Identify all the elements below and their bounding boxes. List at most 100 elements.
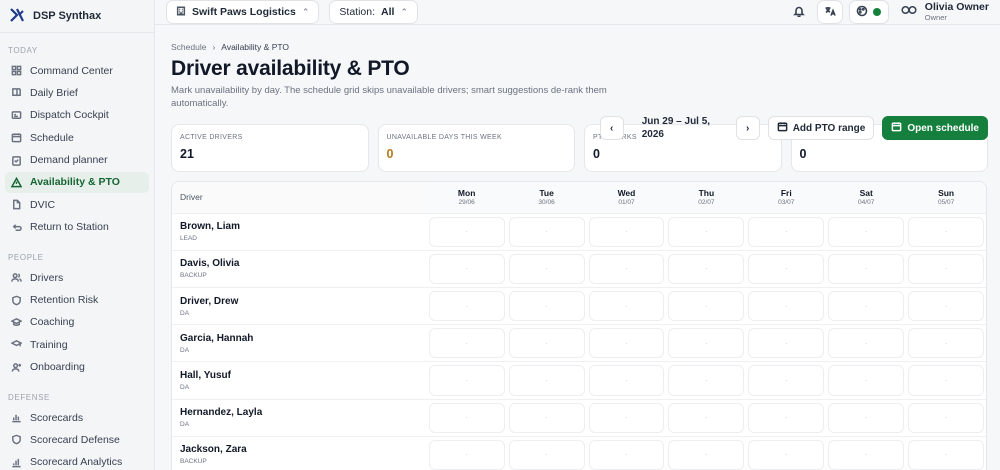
availability-cell[interactable]: · bbox=[428, 253, 505, 284]
availability-cell[interactable]: · bbox=[588, 402, 665, 433]
sidebar-item-retention-risk[interactable]: Retention Risk bbox=[5, 290, 149, 311]
availability-cell[interactable]: · bbox=[748, 439, 825, 470]
availability-cell[interactable]: · bbox=[908, 439, 985, 470]
availability-cell[interactable]: · bbox=[748, 365, 825, 396]
availability-cell[interactable]: · bbox=[668, 216, 745, 247]
availability-cell[interactable]: · bbox=[428, 365, 505, 396]
availability-cell[interactable]: · bbox=[588, 439, 665, 470]
org-select[interactable]: Swift Paws Logistics ⌃ bbox=[166, 0, 320, 24]
sidebar-item-coaching[interactable]: Coaching bbox=[5, 312, 149, 333]
availability-cell[interactable]: · bbox=[588, 253, 665, 284]
availability-cell-wrapper: · bbox=[746, 288, 826, 324]
availability-cell[interactable]: · bbox=[828, 216, 905, 247]
driver-cell[interactable]: Jackson, Zara BACKUP bbox=[172, 437, 427, 470]
availability-cell[interactable]: · bbox=[508, 291, 585, 322]
sidebar-item-scorecard-defense[interactable]: Scorecard Defense bbox=[5, 429, 149, 450]
sidebar-item-return-to-station[interactable]: Return to Station bbox=[5, 217, 149, 238]
open-schedule-button[interactable]: Open schedule bbox=[882, 116, 988, 140]
user-role: Owner bbox=[924, 13, 947, 23]
availability-cell[interactable]: · bbox=[588, 216, 665, 247]
availability-cell[interactable]: · bbox=[508, 216, 585, 247]
availability-cell[interactable]: · bbox=[828, 439, 905, 470]
sidebar-item-scorecard-analytics[interactable]: Scorecard Analytics bbox=[5, 452, 149, 470]
availability-cell[interactable]: · bbox=[828, 328, 905, 359]
availability-cell[interactable]: · bbox=[428, 439, 505, 470]
theme-status-button[interactable] bbox=[848, 0, 889, 24]
language-button[interactable] bbox=[816, 0, 843, 24]
station-select[interactable]: Station: All ⌃ bbox=[329, 0, 418, 24]
availability-cell[interactable]: · bbox=[908, 365, 985, 396]
availability-cell[interactable]: · bbox=[668, 253, 745, 284]
user-menu[interactable]: Olivia Owner Owner bbox=[901, 1, 989, 23]
availability-cell[interactable]: · bbox=[908, 402, 985, 433]
availability-cell[interactable]: · bbox=[908, 216, 985, 247]
availability-cell[interactable]: · bbox=[428, 291, 505, 322]
availability-cell[interactable]: · bbox=[748, 253, 825, 284]
availability-cell[interactable]: · bbox=[908, 253, 985, 284]
availability-cell[interactable]: · bbox=[748, 328, 825, 359]
grid-header: Driver Mon 29/06 Tue 30/06 Wed 01/07 Thu 02/07 F… bbox=[172, 181, 986, 214]
availability-cell-wrapper: · bbox=[507, 400, 587, 436]
notifications-button[interactable] bbox=[787, 0, 811, 24]
availability-cell[interactable]: · bbox=[908, 328, 985, 359]
availability-cell[interactable]: · bbox=[908, 291, 985, 322]
sidebar-item-command-center[interactable]: Command Center bbox=[5, 60, 149, 81]
availability-cell[interactable]: · bbox=[428, 402, 505, 433]
availability-cell[interactable]: · bbox=[828, 253, 905, 284]
availability-cell[interactable]: · bbox=[668, 402, 745, 433]
availability-cell[interactable]: · bbox=[588, 365, 665, 396]
availability-cell[interactable]: · bbox=[508, 439, 585, 470]
availability-cell[interactable]: · bbox=[668, 291, 745, 322]
sidebar-item-onboarding[interactable]: Onboarding bbox=[5, 357, 149, 378]
availability-cell[interactable]: · bbox=[828, 402, 905, 433]
availability-cell[interactable]: · bbox=[748, 216, 825, 247]
availability-cell[interactable]: · bbox=[748, 402, 825, 433]
availability-cell[interactable]: · bbox=[508, 402, 585, 433]
availability-cell[interactable]: · bbox=[588, 328, 665, 359]
chevron-left-icon: ‹ bbox=[610, 122, 614, 134]
availability-cell-wrapper: · bbox=[826, 288, 906, 324]
sidebar-item-schedule[interactable]: Schedule bbox=[5, 127, 149, 148]
availability-cell[interactable]: · bbox=[588, 291, 665, 322]
availability-cell[interactable]: · bbox=[668, 328, 745, 359]
driver-cell[interactable]: Hall, Yusuf DA bbox=[172, 362, 427, 398]
availability-cell[interactable]: · bbox=[668, 439, 745, 470]
driver-cell[interactable]: Brown, Liam LEAD bbox=[172, 214, 427, 250]
sidebar-section-label: TODAY bbox=[8, 46, 38, 55]
driver-cell[interactable]: Davis, Olivia BACKUP bbox=[172, 251, 427, 287]
availability-cell[interactable]: · bbox=[748, 291, 825, 322]
sidebar-item-label: Scorecard Analytics bbox=[30, 456, 123, 469]
availability-cell-wrapper: · bbox=[666, 325, 746, 361]
next-week-button[interactable]: › bbox=[735, 116, 760, 140]
grid-icon bbox=[11, 65, 22, 76]
availability-cell[interactable]: · bbox=[828, 365, 905, 396]
availability-cell[interactable]: · bbox=[508, 328, 585, 359]
availability-cell-wrapper: · bbox=[587, 362, 667, 398]
availability-cell[interactable]: · bbox=[428, 328, 505, 359]
sidebar-item-availability-pto[interactable]: Availability & PTO bbox=[5, 171, 149, 193]
driver-cell[interactable]: Driver, Drew DA bbox=[172, 288, 427, 324]
sidebar-item-daily-brief[interactable]: Daily Brief bbox=[5, 82, 149, 103]
breadcrumb-parent[interactable]: Schedule bbox=[171, 42, 206, 52]
availability-cell[interactable]: · bbox=[668, 365, 745, 396]
sidebar-item-drivers[interactable]: Drivers bbox=[5, 267, 149, 288]
sidebar-item-dispatch-cockpit[interactable]: Dispatch Cockpit bbox=[5, 105, 149, 126]
availability-cell[interactable]: · bbox=[508, 365, 585, 396]
sidebar-item-scorecards[interactable]: Scorecards bbox=[5, 407, 149, 428]
sidebar-item-dvic[interactable]: DVIC bbox=[5, 194, 149, 215]
availability-cell[interactable]: · bbox=[428, 216, 505, 247]
book-icon bbox=[11, 87, 22, 98]
sidebar-item-demand-planner[interactable]: Demand planner bbox=[5, 150, 149, 171]
add-pto-button[interactable]: Add PTO range bbox=[767, 116, 875, 140]
sidebar-item-training[interactable]: Training bbox=[5, 334, 149, 355]
availability-cell[interactable]: · bbox=[828, 291, 905, 322]
brand[interactable]: DSP Synthax bbox=[0, 0, 154, 33]
sidebar-item-label: Coaching bbox=[30, 316, 75, 329]
driver-cell[interactable]: Hernandez, Layla DA bbox=[172, 400, 427, 436]
add-pto-label: Add PTO range bbox=[792, 122, 866, 134]
availability-cell[interactable]: · bbox=[508, 253, 585, 284]
prev-week-button[interactable]: ‹ bbox=[599, 116, 624, 140]
sidebar-item-label: Demand planner bbox=[30, 154, 108, 167]
cockpit-icon bbox=[11, 110, 22, 121]
driver-cell[interactable]: Garcia, Hannah DA bbox=[172, 325, 427, 361]
